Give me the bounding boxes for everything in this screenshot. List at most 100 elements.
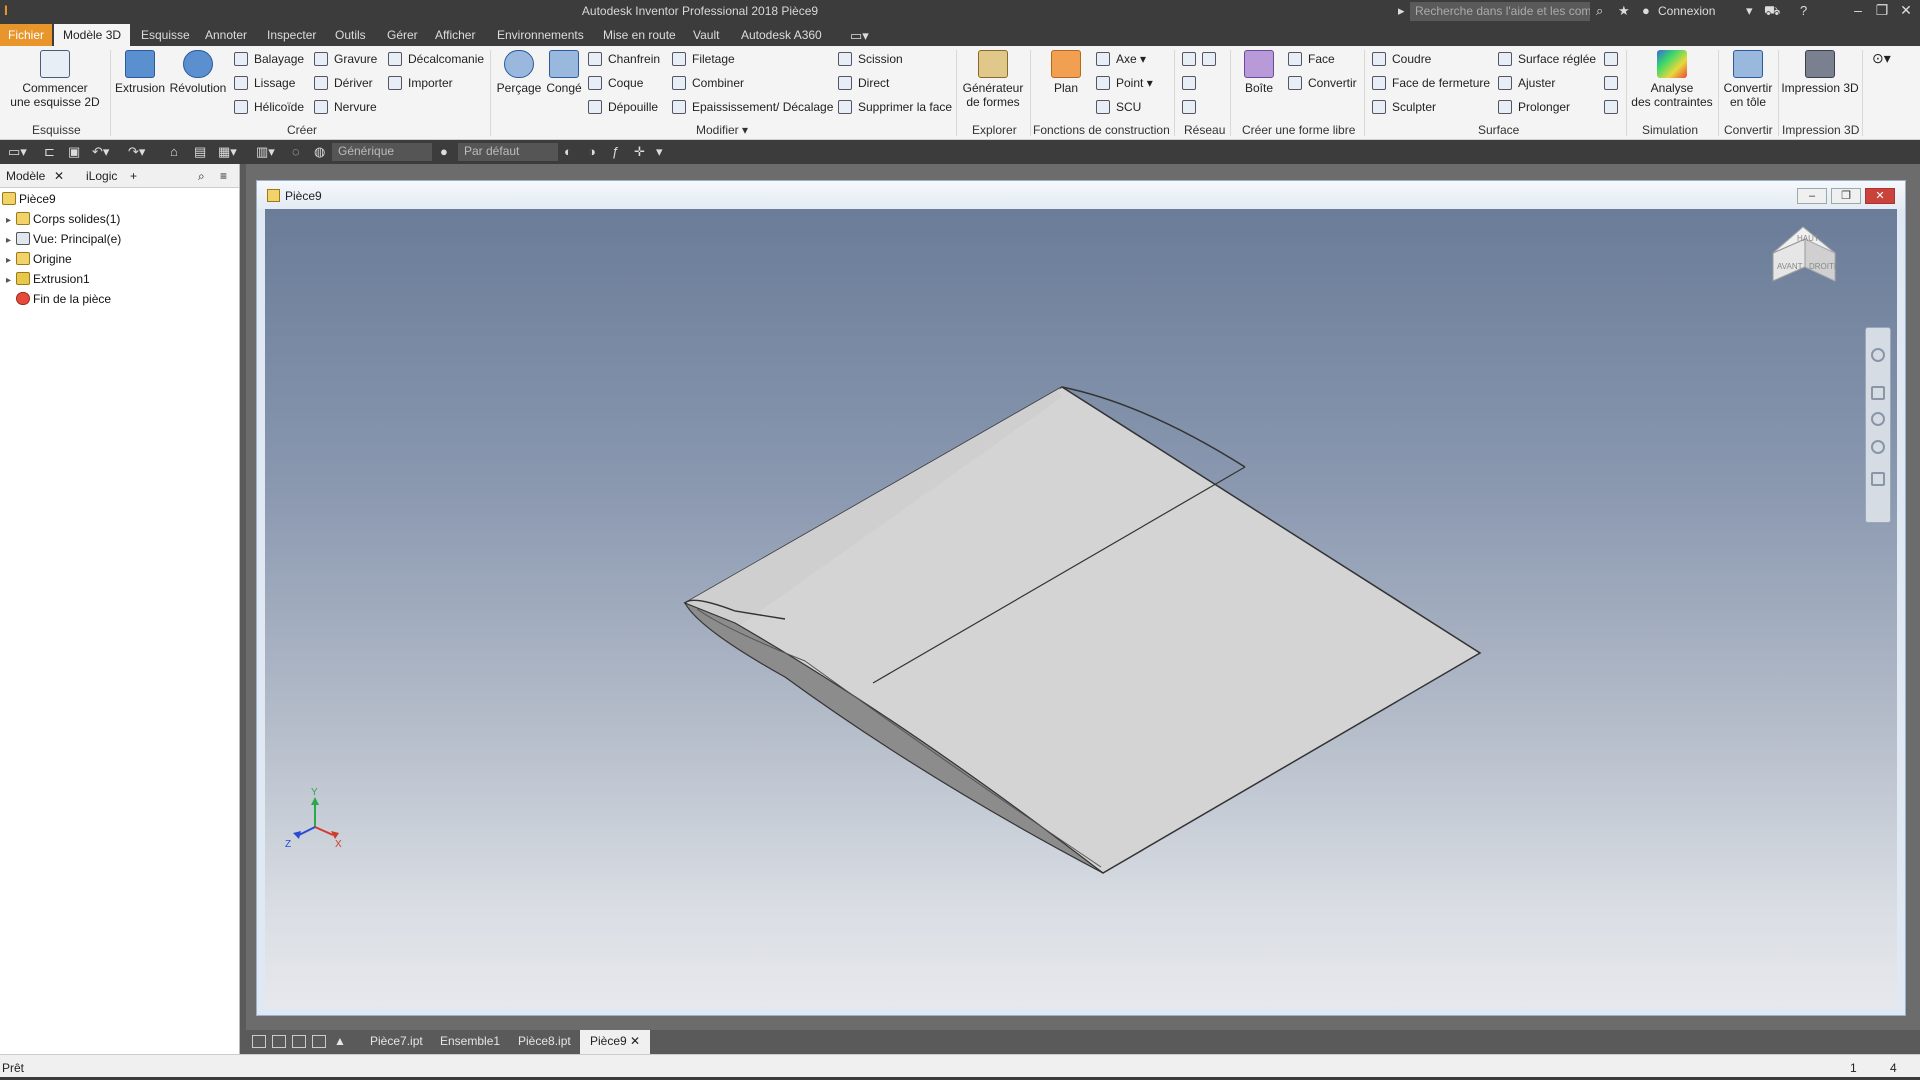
help-icon[interactable]: ? xyxy=(1800,3,1807,18)
filetage-button[interactable]: Filetage xyxy=(672,52,735,66)
adjust-icon[interactable]: ◑ xyxy=(588,144,596,159)
tab-esquisse[interactable]: Esquisse xyxy=(132,24,199,46)
conge-button[interactable]: Congé xyxy=(544,50,584,95)
doc-tab-piece9[interactable]: Pièce9 ✕ xyxy=(580,1030,651,1054)
redo-icon[interactable]: ↷▾ xyxy=(128,144,145,160)
depouille-button[interactable]: Dépouille xyxy=(588,100,658,114)
stress-analysis-button[interactable]: Analyse des contraintes xyxy=(1630,50,1714,109)
decalcomanie-button[interactable]: Décalcomanie xyxy=(388,52,484,66)
boite-button[interactable]: Boîte xyxy=(1236,50,1282,95)
ribbon-options-icon[interactable]: ⊙▾ xyxy=(1872,50,1891,67)
freeform-face-button[interactable]: Face xyxy=(1288,52,1335,66)
panel-modifier-label[interactable]: Modifier ▾ xyxy=(696,123,748,137)
percage-button[interactable]: Perçage xyxy=(494,50,544,95)
search-expand-icon[interactable]: ▸ xyxy=(1398,3,1405,19)
tree-item-view[interactable]: ▸ Vue: Principal(e) xyxy=(6,232,121,246)
tile-vertical-icon[interactable] xyxy=(312,1035,326,1048)
scission-button[interactable]: Scission xyxy=(838,52,903,66)
binoculars-icon[interactable]: ⌕ xyxy=(1596,3,1603,19)
document-title-bar[interactable]: Pièce9 – ❐ ✕ xyxy=(257,181,1905,209)
direct-button[interactable]: Direct xyxy=(838,76,889,90)
gravure-button[interactable]: Gravure xyxy=(314,52,377,66)
viewcube[interactable]: HAUT AVANT DROITE xyxy=(1772,226,1839,282)
supprimer-face-button[interactable]: Supprimer la face xyxy=(838,100,952,114)
restore-app-icon[interactable]: ❐ xyxy=(1870,2,1894,19)
new-file-icon[interactable]: ▭▾ xyxy=(8,144,27,160)
repair-bodies-button[interactable] xyxy=(1604,76,1624,90)
user-icon[interactable]: ● xyxy=(1642,3,1650,18)
tab-inspecter[interactable]: Inspecter xyxy=(258,24,325,46)
helicoide-button[interactable]: Hélicoïde xyxy=(234,100,304,114)
tree-item-extrusion1[interactable]: ▸ Extrusion1 xyxy=(6,272,90,286)
bulb-icon[interactable]: ◌ xyxy=(292,144,300,159)
close-tab-icon[interactable]: ✕ xyxy=(630,1034,640,1048)
prolonger-button[interactable]: Prolonger xyxy=(1498,100,1570,114)
tree-item-origin[interactable]: ▸ Origine xyxy=(6,252,72,266)
sculpter-button[interactable]: Sculpter xyxy=(1372,100,1436,114)
graphics-viewport[interactable]: HAUT AVANT DROITE Y X Z xyxy=(265,209,1897,1007)
revolution-button[interactable]: Révolution xyxy=(168,50,228,95)
replace-face-button[interactable] xyxy=(1604,52,1624,66)
tree-root-piece[interactable]: Pièce9 xyxy=(2,192,56,206)
restore-doc-icon[interactable]: ❐ xyxy=(1831,188,1861,204)
epaississement-button[interactable]: Epaississement/ Décalage xyxy=(672,100,833,114)
steering-wheel-icon[interactable] xyxy=(1871,348,1885,362)
ajuster-button[interactable]: Ajuster xyxy=(1498,76,1555,90)
scroll-up-icon[interactable]: ▲ xyxy=(334,1034,346,1048)
open-file-icon[interactable]: ⊏ xyxy=(44,144,55,160)
fx-icon[interactable]: ƒ xyxy=(612,144,619,159)
minimize-app-icon[interactable]: – xyxy=(1846,2,1870,18)
axe-button[interactable]: Axe ▾ xyxy=(1096,52,1146,66)
tab-environnements[interactable]: Environnements xyxy=(488,24,593,46)
undo-icon[interactable]: ↶▾ xyxy=(92,144,109,160)
menu-icon[interactable]: ≡ xyxy=(220,169,227,183)
doc-tab-ensemble1[interactable]: Ensemble1 xyxy=(440,1034,500,1048)
chanfrein-button[interactable]: Chanfrein xyxy=(588,52,660,66)
ribbon-toggle-icon[interactable]: ▭▾ xyxy=(850,28,869,44)
sign-in-link[interactable]: Connexion xyxy=(1658,4,1715,18)
print-icon[interactable]: ▤ xyxy=(194,144,206,160)
extrusion-button[interactable]: Extrusion xyxy=(114,50,166,95)
tab-autodesk-a360[interactable]: Autodesk A360 xyxy=(732,24,831,46)
scu-button[interactable]: SCU xyxy=(1096,100,1141,114)
importer-button[interactable]: Importer xyxy=(388,76,453,90)
tile-icon[interactable] xyxy=(272,1035,286,1048)
expand-icon[interactable]: ▸ xyxy=(6,255,16,266)
doc-tab-piece7[interactable]: Pièce7.ipt xyxy=(370,1034,423,1048)
fit-mesh-face-button[interactable] xyxy=(1604,100,1624,114)
close-app-icon[interactable]: ✕ xyxy=(1894,2,1918,19)
circular-pattern-button[interactable] xyxy=(1182,76,1202,90)
convert-sheet-metal-button[interactable]: Convertir en tôle xyxy=(1720,50,1776,109)
start-sketch-button[interactable]: Commencer une esquisse 2D xyxy=(10,50,100,109)
freeform-convert-button[interactable]: Convertir xyxy=(1288,76,1357,90)
plus-icon[interactable]: ✛ xyxy=(634,144,645,160)
look-at-icon[interactable] xyxy=(1871,472,1885,486)
chevron-down-icon[interactable]: ▾ xyxy=(1746,3,1753,19)
expand-icon[interactable]: ▸ xyxy=(6,235,16,246)
update-icon[interactable]: ▦▾ xyxy=(218,144,237,160)
home-icon[interactable]: ⌂ xyxy=(170,144,178,159)
tab-outils[interactable]: Outils xyxy=(326,24,375,46)
tree-item-solid-bodies[interactable]: ▸ Corps solides(1) xyxy=(6,212,120,226)
star-icon[interactable]: ★ xyxy=(1618,3,1630,19)
deriver-button[interactable]: Dériver xyxy=(314,76,373,90)
surface-reglee-button[interactable]: Surface réglée xyxy=(1498,52,1596,66)
help-search-input[interactable]: Recherche dans l'aide et les com xyxy=(1410,2,1590,21)
close-tab-icon[interactable]: ✕ xyxy=(54,169,64,183)
zoom-icon[interactable] xyxy=(1871,412,1885,426)
customize-toolbar-icon[interactable]: ▾ xyxy=(656,144,663,160)
nervure-button[interactable]: Nervure xyxy=(314,100,377,114)
tree-item-end-of-part[interactable]: Fin de la pièce xyxy=(16,292,111,306)
doc-tab-piece8[interactable]: Pièce8.ipt xyxy=(518,1034,571,1048)
tab-mise-en-route[interactable]: Mise en route xyxy=(594,24,685,46)
tab-fichier[interactable]: Fichier xyxy=(0,24,52,46)
print-3d-button[interactable]: Impression 3D xyxy=(1780,50,1860,95)
face-fermeture-button[interactable]: Face de fermeture xyxy=(1372,76,1490,90)
appearance-select[interactable]: Par défaut xyxy=(458,143,558,161)
clear-override-icon[interactable]: ◐ xyxy=(564,144,572,159)
wing-top-face[interactable] xyxy=(683,386,1482,874)
cascade-icon[interactable] xyxy=(252,1035,266,1048)
globe-icon[interactable]: ◍ xyxy=(314,144,325,160)
save-icon[interactable]: ▣ xyxy=(68,144,80,160)
tab-modele[interactable]: Modèle xyxy=(6,169,45,183)
